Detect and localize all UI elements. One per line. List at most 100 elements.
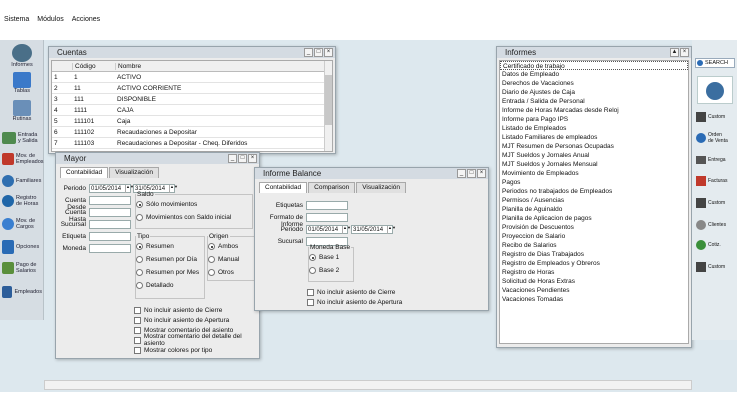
cuenta-desde-input[interactable]	[89, 196, 131, 205]
sidebar-item-pago-salarios[interactable]: Pago de Salarios	[2, 262, 42, 274]
check-no-apertura[interactable]: No incluir asiento de Apertura	[307, 297, 402, 307]
list-item[interactable]: Entrada / Salida de Personal	[500, 97, 688, 106]
tab-comparison[interactable]: Comparison	[308, 182, 356, 193]
right-item-facturas[interactable]: Facturas	[696, 176, 736, 186]
list-item[interactable]: Listado de Empleados	[500, 124, 688, 133]
saldo-option-inicial[interactable]: Movimientos con Saldo inicial	[136, 211, 252, 224]
list-item[interactable]: Permisos / Ausencias	[500, 196, 688, 205]
moneda-input[interactable]	[89, 244, 131, 253]
right-item-entrega[interactable]: Entrega	[696, 156, 736, 164]
sucursal-input[interactable]	[89, 220, 131, 229]
list-item[interactable]: Registro de Dias Trabajados	[500, 250, 688, 259]
close-button[interactable]: ×	[324, 48, 333, 57]
list-item[interactable]: Informe para Pago IPS	[500, 115, 688, 124]
cuenta-hasta-input[interactable]	[89, 208, 131, 217]
right-item-clientes[interactable]: Clientes	[696, 220, 736, 230]
etiqueta-input[interactable]	[89, 232, 131, 241]
maximize-button[interactable]: □	[314, 48, 323, 57]
sidebar-item-rutinas[interactable]: Rutinas	[2, 100, 42, 122]
tab-contabilidad[interactable]: Contabilidad	[259, 182, 308, 193]
sidebar-item-informes[interactable]: Informes	[2, 44, 42, 68]
informes-list[interactable]: Certificado de trabajo Datos de Empleado D…	[499, 60, 689, 344]
list-item[interactable]: Planilla de Aguinaldo	[500, 205, 688, 214]
etiquetas-input[interactable]	[306, 201, 348, 210]
check-no-cierre[interactable]: No incluir asiento de Cierre	[134, 305, 222, 315]
table-row[interactable]: 5 111101 Caja	[52, 116, 332, 127]
list-item[interactable]: Planilla de Aplicacion de pagos	[500, 214, 688, 223]
list-item[interactable]: Proyeccion de Salario	[500, 232, 688, 241]
table-row[interactable]: 2 11 ACTIVO CORRIENTE	[52, 83, 332, 94]
maximize-button[interactable]: □	[467, 169, 476, 178]
date-from-input[interactable]: 01/05/2014 ▲▼	[306, 225, 351, 234]
tipo-option-detallado[interactable]: Detallado	[136, 279, 204, 292]
list-item[interactable]: Registro de Empleados y Obreros	[500, 259, 688, 268]
table-row[interactable]: 3 111 DISPONIBLE	[52, 94, 332, 105]
sidebar-item-mov-cargos[interactable]: Mov. de Cargos	[2, 218, 42, 230]
sidebar-item-entrada-salida[interactable]: Entrada y Salida	[2, 132, 42, 144]
table-row[interactable]: 1 1 ACTIVO	[52, 72, 332, 83]
tab-visualizacion[interactable]: Visualización	[109, 167, 159, 178]
minimize-button[interactable]: _	[304, 48, 313, 57]
list-item[interactable]: Vacaciones Pendientes	[500, 286, 688, 295]
list-item[interactable]: Solicitud de Horas Extras	[500, 277, 688, 286]
close-button[interactable]: ×	[248, 154, 257, 163]
sidebar-item-familiares[interactable]: Familiares	[2, 175, 42, 187]
search-button[interactable]: SEARCH	[695, 58, 735, 68]
wrench-user-icon[interactable]	[697, 76, 733, 104]
sidebar-item-mov-empleados[interactable]: Mov. de Empleados	[2, 153, 44, 165]
check-colores-tipo[interactable]: Mostrar colores por tipo	[134, 345, 212, 355]
origen-option-otros[interactable]: Otros	[208, 266, 254, 279]
list-item[interactable]: Registro de Horas	[500, 268, 688, 277]
right-item-custom-1[interactable]: Custom	[696, 112, 736, 122]
list-item[interactable]: Derechos de Vacaciones	[500, 79, 688, 88]
list-item[interactable]: Listado Familiares de empleados	[500, 133, 688, 142]
date-from-input[interactable]: 01/05/2014 ▲▼	[89, 184, 134, 193]
menu-sistema[interactable]: Sistema	[4, 16, 29, 23]
close-button[interactable]: ×	[680, 48, 689, 57]
tipo-option-resumen[interactable]: Resumen	[136, 240, 204, 253]
header-codigo[interactable]: Código	[72, 62, 115, 70]
check-comentario-detalle[interactable]: Mostrar comentario del detalle del asien…	[134, 333, 259, 347]
right-item-orden-venta[interactable]: Orden de Venta	[696, 132, 736, 144]
list-item[interactable]: Certificado de trabajo	[500, 61, 688, 70]
check-no-cierre[interactable]: No incluir asiento de Cierre	[307, 287, 395, 297]
date-to-input[interactable]: 31/05/2014 ▲▼	[351, 225, 396, 234]
list-item[interactable]: Informe de Horas Marcadas desde Reloj	[500, 106, 688, 115]
tab-contabilidad[interactable]: Contabilidad	[60, 167, 109, 178]
saldo-option-solo[interactable]: Sólo movimientos	[136, 198, 252, 211]
maximize-button[interactable]: □	[238, 154, 247, 163]
right-item-custom-2[interactable]: Custom	[696, 198, 736, 208]
scroll-up-button[interactable]: ▲	[670, 48, 679, 57]
table-row[interactable]: 4 1111 CAJA	[52, 105, 332, 116]
close-button[interactable]: ×	[477, 169, 486, 178]
list-item[interactable]: Provisión de Descuentos	[500, 223, 688, 232]
list-item[interactable]: MJT Sueldos y Jornales Mensual	[500, 160, 688, 169]
moneda-option-base1[interactable]: Base 1	[309, 251, 353, 264]
minimize-button[interactable]: _	[228, 154, 237, 163]
horizontal-scrollbar[interactable]	[44, 380, 692, 390]
moneda-option-base2[interactable]: Base 2	[309, 264, 353, 277]
list-item[interactable]: Periodos no trabajados de Empleados	[500, 187, 688, 196]
list-item[interactable]: MJT Sueldos y Jornales Anual	[500, 151, 688, 160]
origen-option-ambos[interactable]: Ambos	[208, 240, 254, 253]
list-item[interactable]: Diario de Ajustes de Caja	[500, 88, 688, 97]
cuentas-grid[interactable]: Código Nombre 1 1 ACTIVO 2 11 ACTIVO CORRIENT…	[51, 60, 333, 152]
list-item[interactable]: Pagos	[500, 178, 688, 187]
right-item-custom-3[interactable]: Custom	[696, 262, 736, 272]
cuentas-scrollbar[interactable]	[324, 61, 332, 151]
list-item[interactable]: Vacaciones Tomadas	[500, 295, 688, 304]
list-item[interactable]: Recibo de Salarios	[500, 241, 688, 250]
tipo-option-dia[interactable]: Resumen por Día	[136, 253, 204, 266]
formato-input[interactable]	[306, 213, 348, 222]
check-no-apertura[interactable]: No incluir asiento de Apertura	[134, 315, 229, 325]
list-item[interactable]: Movimiento de Empleados	[500, 169, 688, 178]
list-item[interactable]: Datos de Empleado	[500, 70, 688, 79]
origen-option-manual[interactable]: Manual	[208, 253, 254, 266]
tab-visualizacion[interactable]: Visualización	[356, 182, 407, 193]
sidebar-item-registro-horas[interactable]: Registro de Horas	[2, 195, 42, 207]
table-row[interactable]: 7 111103 Recaudaciones a Depositar - Cheq.…	[52, 138, 332, 149]
header-nombre[interactable]: Nombre	[115, 62, 315, 70]
tipo-option-mes[interactable]: Resumen por Mes	[136, 266, 204, 279]
sidebar-item-tablas[interactable]: Tablas	[2, 72, 42, 94]
sidebar-item-opciones[interactable]: Opciones	[2, 240, 42, 254]
